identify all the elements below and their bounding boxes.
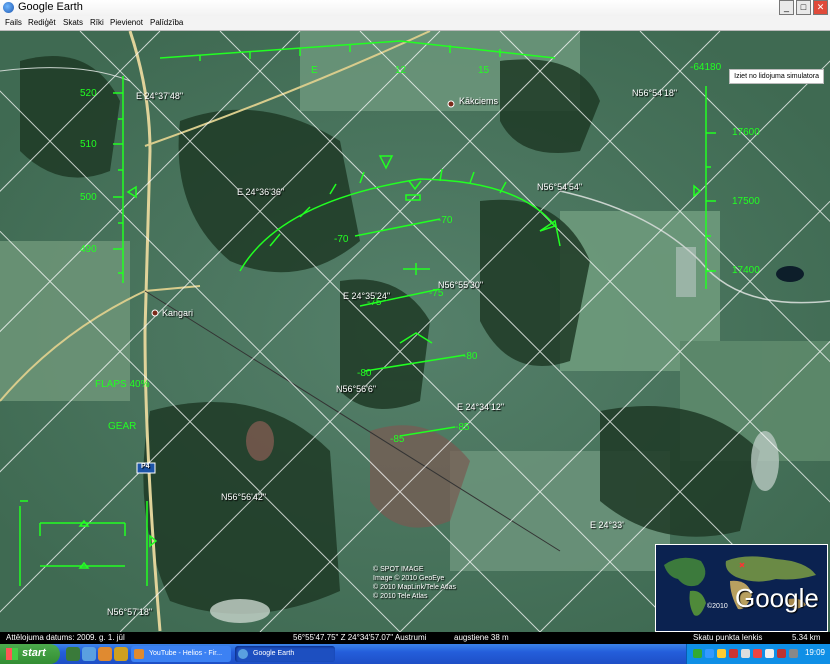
window-controls: _ □ ✕ bbox=[779, 0, 828, 15]
tray-icon[interactable] bbox=[741, 649, 750, 658]
menu-tools[interactable]: Rīki bbox=[90, 18, 104, 27]
firefox-icon bbox=[134, 649, 144, 659]
start-button[interactable]: start bbox=[0, 644, 60, 664]
window-title: Google Earth bbox=[18, 1, 83, 13]
menu-view[interactable]: Skats bbox=[63, 18, 83, 27]
task-youtube[interactable]: YouTube - Helios - Fir... bbox=[131, 646, 231, 662]
imagery-date: Attēlojuma datums: 2009. g. 1. jūl bbox=[6, 633, 125, 642]
satellite-imagery bbox=[0, 31, 830, 632]
status-bar: Attēlojuma datums: 2009. g. 1. jūl 56°55… bbox=[0, 632, 830, 644]
overview-minimap[interactable]: Google ©2010 bbox=[655, 544, 828, 632]
menu-bar: Fails Rediģēt Skats Rīki Pievienot Palīd… bbox=[0, 16, 830, 31]
firefox-icon[interactable] bbox=[98, 647, 112, 661]
tray-icon[interactable] bbox=[693, 649, 702, 658]
tray-icon[interactable] bbox=[705, 649, 714, 658]
google-earth-icon bbox=[238, 649, 248, 659]
tray-icon[interactable] bbox=[753, 649, 762, 658]
google-earth-icon bbox=[3, 2, 14, 13]
ie-icon[interactable] bbox=[82, 647, 96, 661]
eye-altitude-label: Skatu punkta lenkis bbox=[693, 633, 763, 642]
menu-add[interactable]: Pievienot bbox=[110, 18, 143, 27]
tray-icon[interactable] bbox=[777, 649, 786, 658]
road-sign bbox=[136, 462, 156, 474]
system-tray: 19:09 bbox=[686, 644, 830, 664]
task-google-earth[interactable]: Google Earth bbox=[235, 646, 335, 662]
eye-altitude-value: 5.34 km bbox=[792, 633, 821, 642]
kakciems-marker bbox=[447, 100, 455, 108]
minimap-copyright: ©2010 bbox=[707, 603, 728, 610]
menu-file[interactable]: Fails bbox=[5, 18, 22, 27]
menu-help[interactable]: Palīdzība bbox=[150, 18, 183, 27]
earth-view[interactable]: E 12 15 -64180 17600 17500 17400 520 510… bbox=[0, 31, 830, 632]
close-button[interactable]: ✕ bbox=[813, 0, 828, 15]
exit-flight-simulator-button[interactable]: Iziet no lidojuma simulatora bbox=[729, 69, 824, 84]
maximize-button[interactable]: □ bbox=[796, 0, 811, 15]
window-titlebar: Google Earth _ □ ✕ bbox=[0, 0, 830, 17]
network-icon[interactable] bbox=[789, 649, 798, 658]
minimize-button[interactable]: _ bbox=[779, 0, 794, 15]
tray-icon[interactable] bbox=[717, 649, 726, 658]
cursor-coordinates: 56°55'47.75" Z 24°34'57.07" Austrumi bbox=[293, 633, 427, 642]
clock[interactable]: 19:09 bbox=[805, 648, 825, 657]
windows-taskbar: start YouTube - Helios - Fir... Google E… bbox=[0, 644, 830, 664]
menu-edit[interactable]: Rediģēt bbox=[28, 18, 56, 27]
task-label: Google Earth bbox=[253, 650, 295, 657]
tray-icon[interactable] bbox=[729, 649, 738, 658]
start-label: start bbox=[22, 647, 46, 659]
elevation: augstiene 38 m bbox=[454, 633, 509, 642]
volume-icon[interactable] bbox=[765, 649, 774, 658]
quicklaunch-icon[interactable] bbox=[66, 647, 80, 661]
folder-icon[interactable] bbox=[114, 647, 128, 661]
windows-logo-icon bbox=[6, 648, 18, 660]
task-label: YouTube - Helios - Fir... bbox=[149, 650, 223, 657]
google-logo: Google bbox=[735, 583, 819, 613]
kangari-marker bbox=[151, 309, 159, 317]
